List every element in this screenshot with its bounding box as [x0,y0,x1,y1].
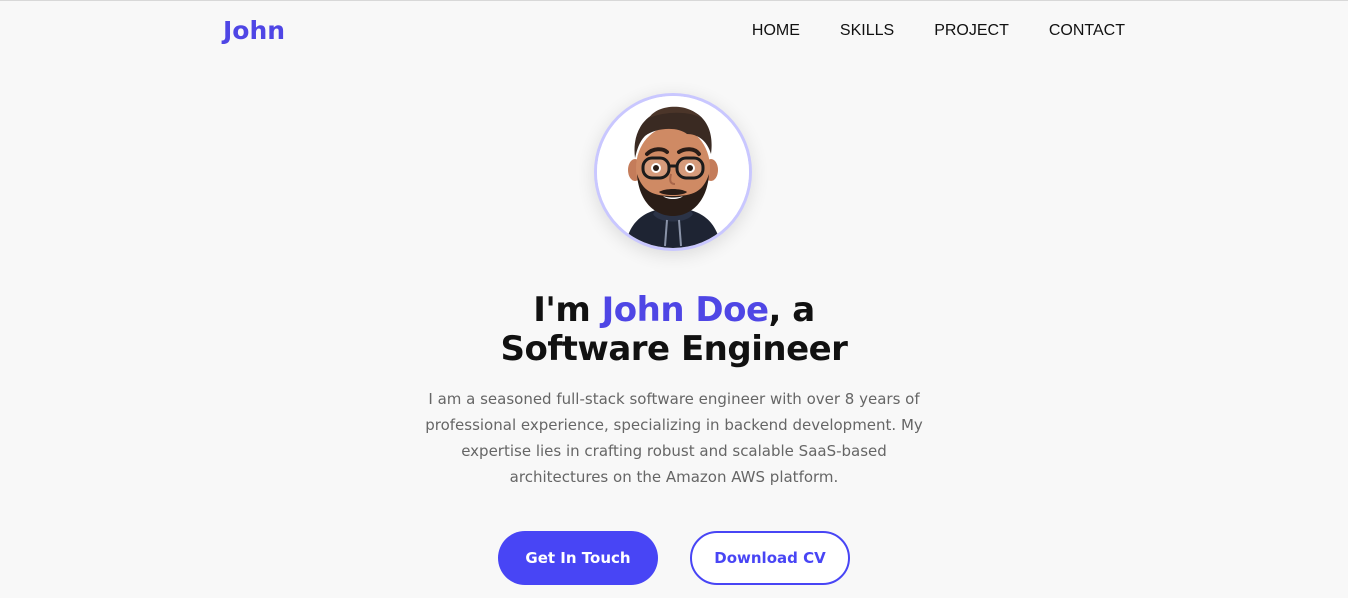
nav-contact[interactable]: CONTACT [1049,14,1125,48]
get-in-touch-button[interactable]: Get In Touch [498,531,658,585]
headline-role: Software Engineer [500,328,848,369]
headline-name: John Doe [601,289,769,330]
profile-avatar-icon [597,96,749,248]
nav-home[interactable]: HOME [752,14,800,48]
hero-intro: I am a seasoned full-stack software engi… [425,390,923,486]
nav-skills[interactable]: SKILLS [840,14,894,48]
main-nav: HOME SKILLS PROJECT CONTACT [752,14,1125,48]
site-header: John HOME SKILLS PROJECT CONTACT [223,14,1125,48]
download-cv-button[interactable]: Download CV [690,531,850,585]
avatar [594,93,752,251]
hero-headline: I'm John Doe, a Software Engineer [374,289,974,369]
headline-suffix: , a [768,289,816,330]
nav-project[interactable]: PROJECT [934,14,1009,48]
top-border [0,0,1348,1]
headline-prefix: I'm [533,289,602,330]
logo[interactable]: John [223,14,285,48]
